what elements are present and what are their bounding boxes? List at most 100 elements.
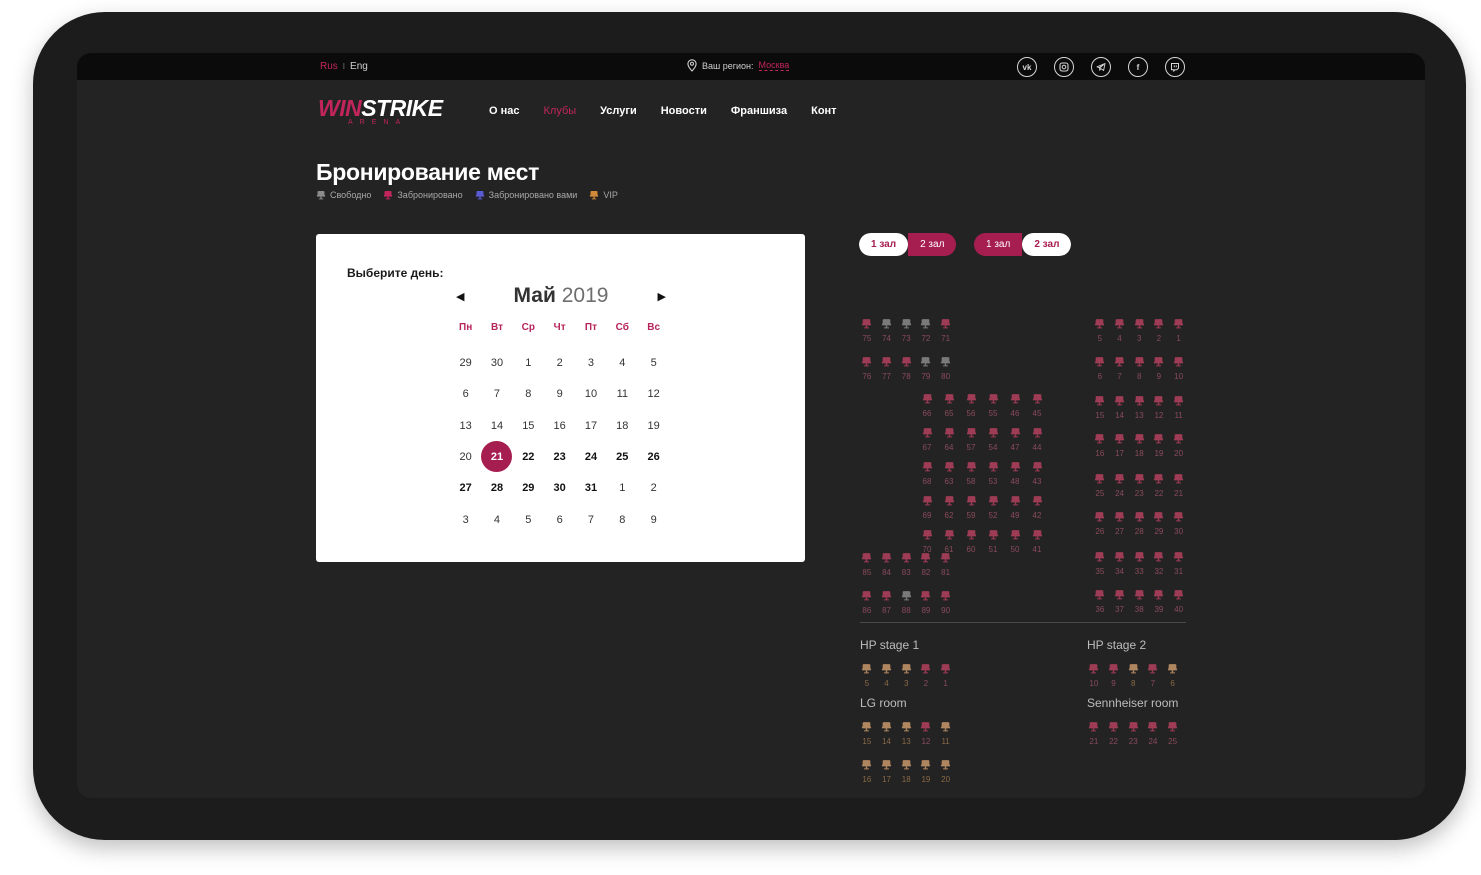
seat[interactable]: 60: [960, 527, 982, 555]
seat[interactable]: 39: [1149, 587, 1169, 615]
calendar-day[interactable]: 8: [619, 514, 625, 526]
hall-tab-2[interactable]: 2 зал: [1022, 233, 1072, 256]
seat[interactable]: 86: [857, 588, 877, 616]
seat[interactable]: 57: [960, 425, 982, 453]
seat[interactable]: 32: [1149, 549, 1169, 577]
seat[interactable]: 4: [877, 661, 897, 689]
seat[interactable]: 23: [1123, 719, 1143, 747]
seat[interactable]: 3: [896, 661, 916, 689]
seat[interactable]: 62: [938, 493, 960, 521]
calendar-day[interactable]: 25: [616, 451, 628, 463]
seat[interactable]: 10: [1169, 354, 1189, 382]
calendar-day[interactable]: 6: [463, 388, 469, 400]
calendar-day[interactable]: 28: [491, 482, 503, 494]
calendar-day-selected[interactable]: 21: [481, 441, 513, 473]
seat[interactable]: 41: [1026, 527, 1048, 555]
seat[interactable]: 82: [916, 550, 936, 578]
calendar-day[interactable]: 23: [554, 451, 566, 463]
seat[interactable]: 55: [982, 391, 1004, 419]
seat[interactable]: 21: [1169, 471, 1189, 499]
hall-tab-2[interactable]: 2 зал: [908, 233, 957, 256]
lang-rus-link[interactable]: Rus: [320, 61, 338, 72]
seat[interactable]: 81: [936, 550, 956, 578]
calendar-day[interactable]: 2: [557, 357, 563, 369]
winstrike-logo[interactable]: WINSTRIKE ARENA: [318, 95, 443, 126]
calendar-day[interactable]: 22: [522, 451, 534, 463]
seat[interactable]: 42: [1026, 493, 1048, 521]
seat[interactable]: 7: [1110, 354, 1130, 382]
seat[interactable]: 59: [960, 493, 982, 521]
nav-item-news[interactable]: Новости: [661, 105, 707, 117]
telegram-icon[interactable]: [1091, 57, 1111, 77]
seat[interactable]: 13: [896, 719, 916, 747]
seat[interactable]: 69: [916, 493, 938, 521]
seat[interactable]: 24: [1110, 471, 1130, 499]
calendar-day[interactable]: 1: [525, 357, 531, 369]
region-city-link[interactable]: Москва: [758, 60, 790, 71]
seat[interactable]: 85: [857, 550, 877, 578]
seat[interactable]: 75: [857, 316, 877, 344]
seat[interactable]: 45: [1026, 391, 1048, 419]
seat[interactable]: 35: [1090, 549, 1110, 577]
calendar-day[interactable]: 7: [588, 514, 594, 526]
seat[interactable]: 67: [916, 425, 938, 453]
seat[interactable]: 10: [1084, 661, 1104, 689]
calendar-day[interactable]: 30: [554, 482, 566, 494]
seat[interactable]: 22: [1104, 719, 1124, 747]
seat[interactable]: 49: [1004, 493, 1026, 521]
calendar-day[interactable]: 1: [619, 482, 625, 494]
seat[interactable]: 16: [857, 757, 877, 785]
seat[interactable]: 78: [896, 354, 916, 382]
facebook-icon[interactable]: f: [1128, 57, 1148, 77]
twitch-icon[interactable]: [1165, 57, 1185, 77]
seat[interactable]: 46: [1004, 391, 1026, 419]
seat[interactable]: 52: [982, 493, 1004, 521]
seat[interactable]: 83: [896, 550, 916, 578]
seat[interactable]: 15: [1090, 393, 1110, 421]
seat[interactable]: 8: [1123, 661, 1143, 689]
calendar-day[interactable]: 4: [494, 514, 500, 526]
seat[interactable]: 48: [1004, 459, 1026, 487]
seat[interactable]: 1: [1169, 316, 1189, 344]
seat[interactable]: 14: [877, 719, 897, 747]
calendar-day[interactable]: 16: [554, 420, 566, 432]
seat[interactable]: 73: [896, 316, 916, 344]
seat[interactable]: 89: [916, 588, 936, 616]
seat[interactable]: 26: [1090, 509, 1110, 537]
seat[interactable]: 31: [1169, 549, 1189, 577]
calendar-day[interactable]: 2: [651, 482, 657, 494]
seat[interactable]: 5: [857, 661, 877, 689]
seat[interactable]: 25: [1090, 471, 1110, 499]
hall-tab-1[interactable]: 1 зал: [859, 233, 909, 256]
calendar-day[interactable]: 27: [460, 482, 472, 494]
seat[interactable]: 72: [916, 316, 936, 344]
seat[interactable]: 40: [1169, 587, 1189, 615]
seat[interactable]: 1: [936, 661, 956, 689]
seat[interactable]: 8: [1129, 354, 1149, 382]
calendar-day[interactable]: 11: [617, 388, 628, 400]
instagram-icon[interactable]: [1054, 57, 1074, 77]
seat[interactable]: 80: [936, 354, 956, 382]
nav-item-clubs[interactable]: Клубы: [544, 105, 577, 117]
calendar-day[interactable]: 29: [522, 482, 534, 494]
calendar-day[interactable]: 29: [460, 357, 472, 369]
calendar-day[interactable]: 14: [491, 420, 503, 432]
next-month-button[interactable]: ▶: [658, 290, 666, 303]
calendar-day[interactable]: 20: [460, 451, 472, 463]
seat[interactable]: 30: [1169, 509, 1189, 537]
calendar-day[interactable]: 30: [491, 357, 503, 369]
calendar-day[interactable]: 31: [585, 482, 597, 494]
seat[interactable]: 18: [896, 757, 916, 785]
seat[interactable]: 33: [1129, 549, 1149, 577]
seat[interactable]: 43: [1026, 459, 1048, 487]
nav-item-services[interactable]: Услуги: [600, 105, 637, 117]
seat[interactable]: 22: [1149, 471, 1169, 499]
seat[interactable]: 90: [936, 588, 956, 616]
calendar-day[interactable]: 5: [525, 514, 531, 526]
seat[interactable]: 23: [1129, 471, 1149, 499]
seat[interactable]: 12: [1149, 393, 1169, 421]
calendar-day[interactable]: 7: [494, 388, 500, 400]
seat[interactable]: 51: [982, 527, 1004, 555]
hall-tab-1[interactable]: 1 зал: [974, 233, 1023, 256]
seat[interactable]: 2: [916, 661, 936, 689]
